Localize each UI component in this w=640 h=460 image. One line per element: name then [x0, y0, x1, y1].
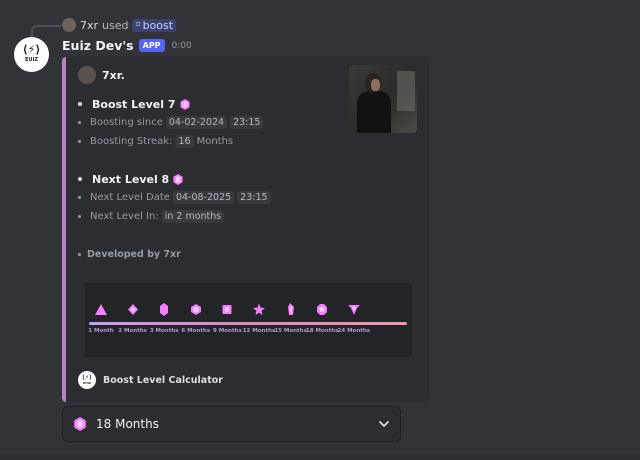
select-value: 18 Months [96, 417, 159, 431]
next-level-date-row: Next Level Date 04-08-2025 23:15 [78, 188, 271, 207]
winged-gem-icon [332, 303, 376, 317]
embed-thumbnail[interactable] [349, 65, 417, 133]
next-level-section: Next Level 8 Next Level Date 04-08-2025 … [78, 170, 271, 226]
bullet [78, 252, 81, 256]
app-badge: APP [138, 39, 165, 52]
boost-gem-icon [173, 173, 183, 185]
reply-context[interactable]: 7xr used ⌗ boost [62, 17, 177, 33]
composer-edge [0, 455, 640, 460]
bullet [78, 215, 81, 218]
bot-name[interactable]: Euiz Dev's [62, 38, 134, 53]
streak-value: 16 [175, 135, 194, 148]
next-level-date[interactable]: 04-08-2025 [172, 191, 235, 204]
bullet [78, 196, 81, 199]
bullet [78, 121, 81, 124]
author-avatar [78, 66, 96, 84]
duration-select[interactable]: 18 Months [62, 406, 401, 442]
command-name: boost [142, 18, 174, 32]
boosting-since-label: Boosting since [90, 117, 163, 128]
next-level-title: Next Level 8 [92, 172, 170, 186]
thumbnail-body [357, 91, 391, 133]
command-mention[interactable]: ⌗ boost [132, 18, 177, 32]
slash-command-icon: ⌗ [135, 20, 141, 30]
level-stage: 24 Months [332, 303, 376, 334]
boost-gem-icon [179, 98, 190, 110]
boost-level-heading: Boost Level 7 [78, 95, 263, 113]
bot-avatar[interactable]: ⟨⚡⟩ EUIZ [14, 37, 49, 72]
next-in-value[interactable]: in 2 months [161, 210, 225, 223]
boosting-since-time[interactable]: 23:15 [230, 116, 264, 129]
levels-track [89, 322, 407, 325]
boosting-since-date[interactable]: 04-02-2024 [165, 116, 228, 129]
boost-level-section: Boost Level 7 Boosting since 04-02-2024 … [78, 95, 264, 151]
bullet [78, 140, 81, 143]
boosting-streak-row: Boosting Streak: 16 Months [78, 132, 263, 151]
footer-logo-icon: ⟨⚡⟩ EUIZ [78, 371, 96, 389]
next-date-label: Next Level Date [90, 192, 170, 203]
boost-level-title: Boost Level 7 [92, 97, 176, 111]
next-level-heading: Next Level 8 [78, 170, 271, 188]
next-in-label: Next Level In: [90, 211, 159, 222]
thumbnail-window [397, 71, 415, 111]
bot-logo-icon: ⟨⚡⟩ [22, 42, 41, 56]
next-level-time[interactable]: 23:15 [237, 191, 271, 204]
boost-gem-icon [73, 417, 87, 431]
developed-by: Developed by 7xr [78, 247, 181, 261]
boost-embed: 7xr. Boost Level 7 Boosting since 04-02-… [62, 57, 429, 402]
bullet [78, 102, 82, 106]
developed-by-section: Developed by 7xr [78, 247, 181, 261]
developed-by-text: Developed by 7xr [87, 248, 181, 260]
embed-author: 7xr. [78, 66, 125, 84]
reply-username[interactable]: 7xr [80, 19, 98, 32]
next-level-in-row: Next Level In: in 2 months [78, 207, 271, 226]
streak-label: Boosting Streak: [90, 136, 173, 147]
embed-footer: ⟨⚡⟩ EUIZ Boost Level Calculator [78, 371, 223, 389]
thumbnail-face [371, 79, 380, 91]
boost-levels-image[interactable]: 1 Month 2 Months 3 Months 6 Months 9 Months 1… [85, 283, 412, 357]
boosting-since-row: Boosting since 04-02-2024 23:15 [78, 113, 264, 132]
footer-text: Boost Level Calculator [103, 374, 223, 386]
streak-unit: Months [196, 136, 234, 147]
reply-used-text: used [102, 18, 129, 32]
author-name: 7xr. [102, 68, 125, 82]
message-timestamp[interactable]: 0:00 [172, 41, 192, 51]
bullet [78, 177, 82, 181]
reply-user-avatar[interactable] [62, 18, 76, 32]
level-stage-label: 24 Months [337, 328, 371, 334]
bot-logo-text: EUIZ [25, 56, 38, 63]
chevron-down-icon[interactable] [377, 417, 391, 431]
message-header: Euiz Dev's APP 0:00 [62, 38, 192, 53]
